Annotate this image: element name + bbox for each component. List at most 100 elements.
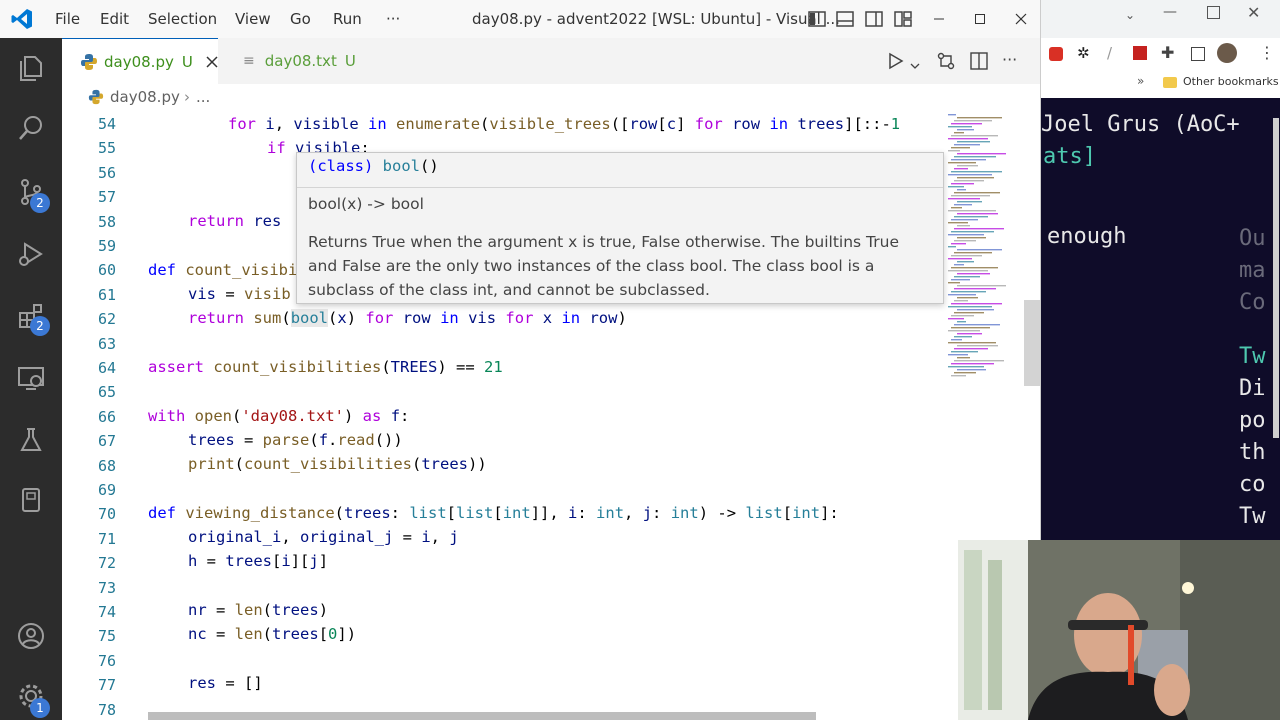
browser-titlebar	[1041, 0, 1280, 38]
run-dropdown-chevron-icon[interactable]	[910, 56, 920, 69]
minimap-line	[957, 237, 986, 239]
minimap-line	[957, 345, 998, 347]
minimize-button[interactable]	[916, 0, 962, 38]
browser-toolbar: ✲ / ✚ ⋮	[1041, 38, 1280, 70]
maximize-button[interactable]	[957, 0, 1003, 38]
extensions-icon[interactable]	[0, 292, 62, 340]
menu-selection[interactable]: Selection	[148, 0, 217, 38]
menu-edit[interactable]: Edit	[100, 0, 129, 38]
breadcrumb: day08.py › ...	[62, 84, 1040, 112]
accounts-icon[interactable]	[0, 612, 62, 660]
line-number: 74	[97, 603, 116, 621]
line-number: 68	[97, 456, 116, 475]
browser-minimize-button[interactable]: —	[1163, 4, 1177, 20]
code-line-64: assert count_visibilities(TREES) == 21	[148, 358, 503, 376]
minimap[interactable]	[944, 112, 1024, 382]
more-actions-icon[interactable]: ···	[1002, 50, 1017, 69]
minimap-line	[948, 186, 964, 188]
minimap-line	[951, 147, 970, 149]
split-editor-icon[interactable]	[970, 52, 988, 70]
bookmarks-bar: » Other bookmarks	[1041, 70, 1280, 99]
extension-gear-icon[interactable]: ✲	[1077, 44, 1090, 62]
run-debug-icon[interactable]	[0, 230, 62, 278]
hover-signature-parens: ()	[419, 157, 439, 175]
minimap-line	[954, 132, 964, 134]
minimap-line	[954, 168, 968, 170]
profile-avatar[interactable]	[1217, 43, 1237, 63]
breadcrumb-file[interactable]: day08.py	[110, 88, 180, 106]
customize-layout-icon[interactable]	[894, 10, 912, 28]
line-number: 69	[97, 481, 116, 499]
menu-more[interactable]: ···	[386, 0, 400, 38]
menu-run[interactable]: Run	[333, 0, 362, 38]
close-window-button[interactable]	[998, 0, 1040, 38]
text-file-icon: ≡	[243, 53, 255, 69]
run-python-icon[interactable]	[886, 52, 904, 70]
vertical-scrollbar[interactable]	[1024, 300, 1040, 386]
folder-icon	[1163, 77, 1177, 88]
tab-label: day08.py	[104, 53, 174, 71]
minimap-line	[948, 342, 996, 344]
toggle-secondary-sidebar-icon[interactable]	[865, 10, 883, 28]
minimap-line	[954, 228, 1004, 230]
minimap-line	[951, 183, 974, 185]
close-tab-icon[interactable]	[205, 55, 219, 69]
docker-icon[interactable]	[0, 476, 62, 524]
other-bookmarks[interactable]: Other bookmarks	[1183, 75, 1279, 88]
chevron-down-icon[interactable]: ⌄	[1125, 8, 1135, 22]
extensions-puzzle-icon[interactable]: ✚	[1161, 43, 1174, 62]
extension-red-icon[interactable]	[1049, 47, 1063, 61]
toggle-sidebar-icon[interactable]	[808, 10, 826, 28]
menu-go[interactable]: Go	[290, 0, 311, 38]
title-bar: File Edit Selection View Go Run ··· day0…	[0, 0, 1040, 39]
testing-icon[interactable]	[0, 416, 62, 464]
open-changes-icon[interactable]	[936, 51, 956, 71]
page-scrollbar[interactable]	[1273, 118, 1279, 438]
horizontal-scrollbar[interactable]	[148, 712, 816, 720]
minimap-line	[954, 180, 984, 182]
menu-view[interactable]: View	[235, 0, 271, 38]
minimap-line	[948, 126, 972, 128]
browser-maximize-button[interactable]	[1207, 6, 1220, 19]
activity-bar: 2 2 1	[0, 38, 62, 720]
browser-close-button[interactable]: ✕	[1247, 3, 1260, 22]
minimap-line	[951, 171, 1002, 173]
minimap-line	[948, 258, 972, 260]
page-header-text: Joel Grus (AoC+	[1041, 112, 1240, 137]
toggle-panel-icon[interactable]	[836, 10, 854, 28]
search-icon[interactable]	[0, 104, 62, 152]
code-line-54: for i, visible in enumerate(visible_tree…	[228, 115, 901, 133]
hover-doc-line: and False are the only two instances of …	[308, 257, 875, 275]
minimap-line	[948, 138, 988, 140]
minimap-line	[954, 300, 968, 302]
minimap-line	[948, 354, 968, 356]
tab-label: day08.txt	[264, 52, 337, 70]
explorer-icon[interactable]	[0, 44, 62, 92]
code-line-66: with open('day08.txt') as f:	[148, 407, 410, 425]
minimap-line	[951, 195, 990, 197]
extension-flag-icon[interactable]	[1133, 46, 1147, 60]
minimap-line	[951, 351, 978, 353]
breadcrumb-symbols[interactable]: ...	[196, 88, 210, 106]
minimap-line	[954, 192, 1000, 194]
bookmarks-overflow-icon[interactable]: »	[1137, 74, 1144, 88]
minimap-line	[957, 189, 966, 191]
line-number: 65	[97, 383, 116, 402]
minimap-line	[954, 336, 972, 338]
vscode-window: File Edit Selection View Go Run ··· day0…	[0, 0, 1040, 720]
minimap-line	[954, 144, 980, 146]
menu-file[interactable]: File	[55, 0, 80, 38]
tab-day08-py[interactable]: day08.py U	[62, 38, 218, 85]
tab-day08-txt[interactable]: ≡ day08.txt U	[219, 38, 365, 84]
extension-tool-icon[interactable]: /	[1107, 44, 1112, 62]
minimap-line	[951, 219, 978, 221]
browser-menu-icon[interactable]: ⋮	[1259, 43, 1275, 62]
code-line-75: nc = len(trees[0])	[188, 625, 357, 643]
code-line-74: nr = len(trees)	[188, 601, 329, 619]
line-number: 78	[97, 700, 116, 719]
remote-explorer-icon[interactable]	[0, 354, 62, 402]
minimap-line	[951, 255, 982, 257]
minimap-line	[948, 282, 960, 284]
side-panel-icon[interactable]	[1191, 47, 1205, 61]
minimap-line	[948, 306, 992, 308]
